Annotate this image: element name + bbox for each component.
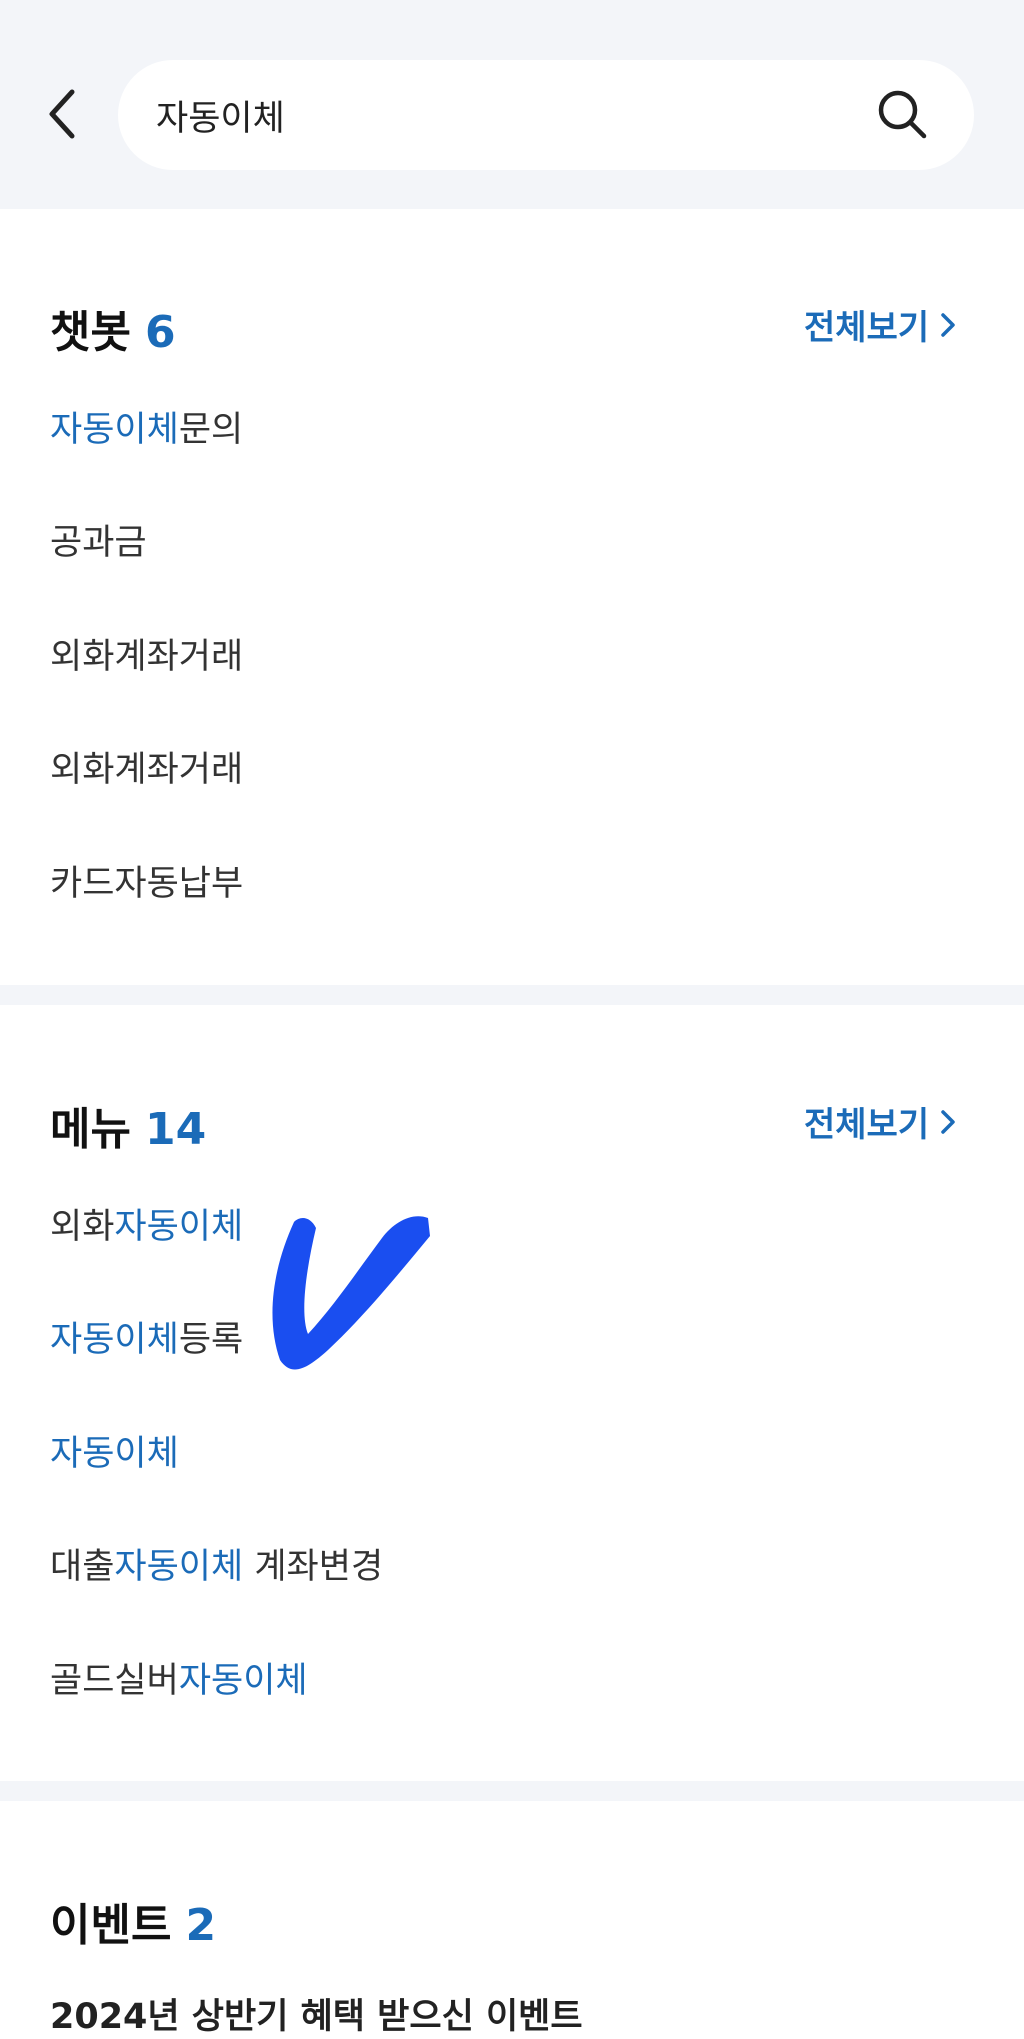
- menu-result-item[interactable]: 외화자동이체: [50, 1198, 243, 1249]
- view-all-label: 전체보기: [804, 1105, 930, 1145]
- item-text: 계좌변경: [243, 1547, 384, 1587]
- search-input[interactable]: [156, 60, 856, 170]
- menu-view-all-link[interactable]: 전체보기: [804, 1097, 957, 1146]
- back-button[interactable]: [40, 84, 90, 144]
- chatbot-count: 6: [144, 307, 176, 358]
- event-title: 이벤트: [50, 1900, 172, 1951]
- item-highlight: 자동이체: [178, 1661, 308, 1701]
- search-header: [0, 0, 1024, 209]
- item-highlight: 자동이체: [50, 1320, 179, 1360]
- item-text: 공과금: [50, 523, 147, 563]
- item-text: 외화계좌거래: [50, 637, 244, 677]
- hand-drawn-checkmark-icon: [272, 1216, 430, 1370]
- item-text: 외화계좌거래: [50, 750, 244, 790]
- section-divider: [0, 985, 1024, 1005]
- chatbot-result-item[interactable]: 공과금: [50, 514, 147, 565]
- chatbot-result-item[interactable]: 자동이체문의: [50, 401, 243, 452]
- chatbot-title: 챗봇: [50, 307, 131, 358]
- search-icon: [878, 90, 927, 139]
- chatbot-result-item[interactable]: 카드자동납부: [50, 855, 243, 906]
- chevron-left-icon: [49, 89, 75, 139]
- menu-result-item[interactable]: 자동이체: [50, 1425, 179, 1476]
- event-result-item[interactable]: 2024년 상반기 혜택 받으신 이벤트: [50, 1988, 583, 2039]
- item-text: 대출: [50, 1547, 115, 1587]
- menu-section-title: 메뉴 14: [50, 1093, 206, 1157]
- view-all-label: 전체보기: [804, 308, 930, 348]
- item-text: 등록: [178, 1320, 244, 1360]
- search-button[interactable]: [876, 88, 930, 142]
- chevron-right-icon: [941, 1109, 955, 1134]
- item-text: 카드자동납부: [50, 864, 244, 904]
- item-text: 외화: [50, 1207, 115, 1247]
- menu-count: 14: [144, 1104, 207, 1155]
- item-highlight: 자동이체: [50, 410, 179, 450]
- item-highlight: 자동이체: [114, 1547, 244, 1587]
- menu-title: 메뉴: [50, 1104, 131, 1155]
- item-text: 문의: [178, 410, 244, 450]
- chatbot-result-item[interactable]: 외화계좌거래: [50, 741, 243, 792]
- item-highlight: 자동이체: [50, 1434, 179, 1474]
- chevron-right-icon: [941, 312, 955, 337]
- chatbot-section-title: 챗봇 6: [50, 296, 176, 360]
- menu-result-item[interactable]: 대출자동이체 계좌변경: [50, 1538, 383, 1589]
- menu-result-item[interactable]: 골드실버자동이체: [50, 1652, 308, 1703]
- section-divider: [0, 1781, 1024, 1801]
- event-count: 2: [185, 1900, 217, 1951]
- chatbot-result-item[interactable]: 외화계좌거래: [50, 628, 243, 679]
- menu-result-item[interactable]: 자동이체등록: [50, 1311, 243, 1362]
- search-box: [118, 60, 974, 170]
- chatbot-view-all-link[interactable]: 전체보기: [804, 300, 957, 349]
- item-highlight: 자동이체: [114, 1207, 244, 1247]
- item-text: 골드실버: [50, 1661, 179, 1701]
- event-section-title: 이벤트 2: [50, 1889, 216, 1953]
